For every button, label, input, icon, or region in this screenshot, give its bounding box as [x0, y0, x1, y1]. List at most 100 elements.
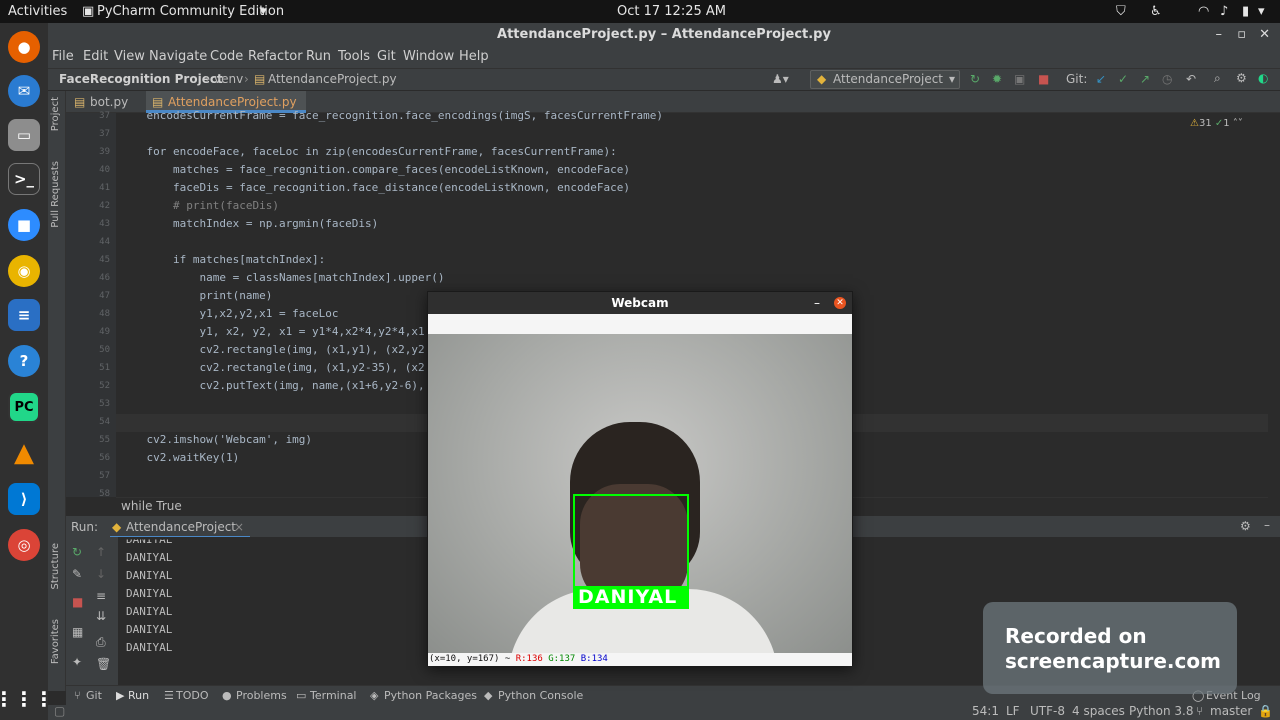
code-line[interactable]: cv2.rectangle(img, (x1,y2-35), (x2 [120, 361, 424, 374]
stop-icon[interactable]: ■ [72, 595, 83, 609]
rerun-icon[interactable]: ↻ [970, 72, 980, 86]
code-line[interactable]: encodesCurrentFrame = face_recognition.f… [120, 109, 663, 122]
rerun-icon[interactable]: ↻ [72, 545, 82, 559]
tool-tab-git[interactable]: Git [86, 689, 102, 702]
menu-refactor[interactable]: Refactor [248, 49, 303, 64]
tool-tab-python-console[interactable]: Python Console [498, 689, 583, 702]
debug-icon[interactable]: ✹ [992, 72, 1002, 86]
thunderbird-icon[interactable]: ✉ [8, 75, 40, 107]
structure-tool-tab[interactable]: Structure [50, 543, 61, 590]
zoom-icon[interactable]: ■ [8, 209, 40, 241]
scroll-to-end-icon[interactable]: ⇊ [96, 609, 106, 623]
stop-icon[interactable]: ■ [1038, 72, 1049, 86]
pycharm-icon[interactable]: PC [8, 391, 40, 423]
shield-icon[interactable]: ⛉ [1116, 4, 1126, 19]
wifi-icon[interactable]: ◠ [1198, 4, 1209, 19]
menu-edit[interactable]: Edit [83, 49, 108, 64]
accessibility-icon[interactable]: ♿ [1150, 4, 1162, 19]
line-separator[interactable]: LF [1006, 704, 1020, 718]
arrow-down-icon[interactable]: ↓ [96, 567, 106, 581]
terminal-icon[interactable]: >_ [8, 163, 40, 195]
inspection-widget[interactable]: ⚠31 ✓1 ˄˅ [1190, 118, 1243, 129]
tool-tab-terminal[interactable]: Terminal [310, 689, 357, 702]
wrench-icon[interactable]: ✎ [72, 567, 82, 581]
menu-help[interactable]: Help [459, 49, 489, 64]
vlc-icon[interactable]: ▲ [8, 437, 40, 469]
layout-toggle-icon[interactable]: ▢ [54, 704, 65, 718]
code-line[interactable]: cv2.waitKey(1) [120, 451, 239, 464]
clock[interactable]: Oct 17 12:25 AM [617, 4, 726, 19]
git-branch[interactable]: master [1210, 704, 1252, 718]
close-icon[interactable]: × [234, 520, 244, 534]
code-line[interactable]: print(name) [120, 289, 272, 302]
code-line[interactable]: y1,x2,y2,x1 = faceLoc [120, 307, 338, 320]
menu-file[interactable]: File [52, 49, 74, 64]
code-line[interactable]: matches = face_recognition.compare_faces… [120, 163, 630, 176]
menu-tools[interactable]: Tools [338, 49, 370, 64]
code-line[interactable]: cv2.rectangle(img, (x1,y1), (x2,y2 [120, 343, 424, 356]
caret-position[interactable]: 54:1 [972, 704, 999, 718]
git-commit-icon[interactable]: ✓ [1118, 72, 1128, 86]
maximize-icon[interactable]: ▫ [1237, 23, 1246, 46]
run-config-dropdown[interactable]: ◆ AttendanceProject ▾ [810, 70, 960, 89]
minimize-icon[interactable]: – [1216, 23, 1223, 46]
trash-icon[interactable]: 🗑 [96, 657, 111, 671]
git-history-icon[interactable]: ◷ [1162, 72, 1172, 86]
favorites-tool-tab[interactable]: Favorites [50, 619, 61, 664]
code-line[interactable]: name = classNames[matchIndex].upper() [120, 271, 444, 284]
code-line[interactable]: y1, x2, y2, x1 = y1*4,x2*4,y2*4,x1 [120, 325, 424, 338]
system-menu-icon[interactable]: ▾ [1258, 4, 1265, 19]
python-interpreter[interactable]: Python 3.8 [1129, 704, 1194, 718]
rollback-icon[interactable]: ↶ [1186, 72, 1196, 86]
webcam-title-bar[interactable]: Webcam – ✕ [428, 292, 852, 314]
files-icon[interactable]: ▭ [8, 119, 40, 151]
breadcrumb-file[interactable]: AttendanceProject.py [268, 72, 397, 86]
print-icon[interactable]: ⎙ [96, 635, 106, 650]
tool-tab-todo[interactable]: TODO [176, 689, 209, 702]
menu-navigate[interactable]: Navigate [149, 49, 207, 64]
rhythmbox-icon[interactable]: ◉ [8, 255, 40, 287]
git-push-icon[interactable]: ↗ [1140, 72, 1150, 86]
tool-tab-problems[interactable]: Problems [236, 689, 287, 702]
arrow-up-icon[interactable]: ↑ [96, 545, 106, 559]
webcam-window[interactable]: Webcam – ✕ DANIYAL (x=10, y=167) ~ R:136… [427, 291, 853, 666]
project-tool-tab[interactable]: Project [50, 97, 61, 131]
close-icon[interactable]: ✕ [834, 297, 846, 309]
window-title-bar[interactable]: AttendanceProject.py – AttendanceProject… [48, 23, 1280, 46]
settings-icon[interactable]: ⚙ [1236, 71, 1247, 85]
menu-run[interactable]: Run [306, 49, 331, 64]
battery-icon[interactable]: ▮ [1242, 4, 1249, 19]
close-icon[interactable]: ✕ [1259, 23, 1270, 46]
menu-code[interactable]: Code [210, 49, 243, 64]
code-line[interactable]: faceDis = face_recognition.face_distance… [120, 181, 630, 194]
git-update-icon[interactable]: ↙ [1096, 72, 1106, 86]
code-line[interactable]: cv2.imshow('Webcam', img) [120, 433, 312, 446]
minimize-icon[interactable]: – [814, 292, 820, 314]
menu-git[interactable]: Git [377, 49, 396, 64]
menu-view[interactable]: View [114, 49, 145, 64]
breadcrumb-scope[interactable]: while True [121, 499, 182, 513]
tool-tab-python-packages[interactable]: Python Packages [384, 689, 477, 702]
menu-window[interactable]: Window [403, 49, 454, 64]
code-line[interactable]: for encodeFace, faceLoc in zip(encodesCu… [120, 145, 616, 158]
user-icon[interactable]: ♟▾ [772, 72, 789, 86]
tool-tab-run[interactable]: Run [128, 689, 149, 702]
pull-requests-tool-tab[interactable]: Pull Requests [50, 161, 61, 228]
firefox-icon[interactable]: ● [8, 31, 40, 63]
code-line[interactable]: # print(faceDis) [120, 199, 279, 212]
code-line[interactable]: if matches[matchIndex]: [120, 253, 325, 266]
volume-icon[interactable]: ♪ [1220, 4, 1228, 19]
lock-icon[interactable]: 🔒 [1258, 704, 1273, 718]
soft-wrap-icon[interactable]: ≡ [96, 589, 106, 603]
writer-icon[interactable]: ≡ [8, 299, 40, 331]
coverage-icon[interactable]: ▣ [1014, 72, 1025, 86]
chrome-icon[interactable]: ◎ [8, 529, 40, 561]
code-line[interactable]: cv2.putText(img, name,(x1+6,y2-6), [120, 379, 424, 392]
help-icon[interactable]: ? [8, 345, 40, 377]
activities-button[interactable]: Activities [8, 4, 67, 19]
breadcrumb-project[interactable]: FaceRecognition Project [59, 72, 223, 86]
pin-icon[interactable]: ✦ [72, 655, 82, 669]
layout-icon[interactable]: ▦ [72, 625, 83, 639]
code-line[interactable]: matchIndex = np.argmin(faceDis) [120, 217, 378, 230]
search-icon[interactable]: ⌕ [1214, 71, 1221, 86]
